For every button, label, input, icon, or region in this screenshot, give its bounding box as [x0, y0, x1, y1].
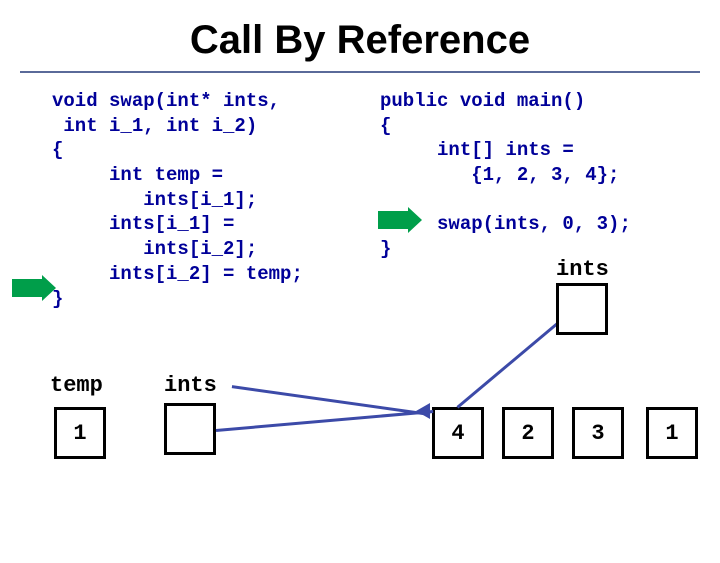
array-cell-1: 2	[502, 407, 554, 459]
diagram-area: temp ints 1 4 2 3 1	[0, 373, 720, 563]
temp-label: temp	[50, 373, 103, 398]
code-area: void swap(int* ints, int i_1, int i_2) {…	[0, 83, 720, 373]
array-cell-0: 4	[432, 407, 484, 459]
ints-label-right: ints	[556, 257, 609, 282]
title-underline	[20, 71, 700, 73]
code-left: void swap(int* ints, int i_1, int i_2) {…	[52, 89, 303, 311]
ints-label-left: ints	[164, 373, 217, 398]
pointer-line-2	[216, 410, 433, 432]
slide-title: Call By Reference	[0, 0, 720, 71]
ints-right-box	[556, 283, 608, 335]
temp-box: 1	[54, 407, 106, 459]
pointer-line	[232, 385, 430, 416]
array-cell-3: 1	[646, 407, 698, 459]
code-right: public void main() { int[] ints = {1, 2,…	[380, 89, 631, 262]
arrow-left-icon	[12, 279, 42, 297]
ints-pointer-box	[164, 403, 216, 455]
array-cell-2: 3	[572, 407, 624, 459]
